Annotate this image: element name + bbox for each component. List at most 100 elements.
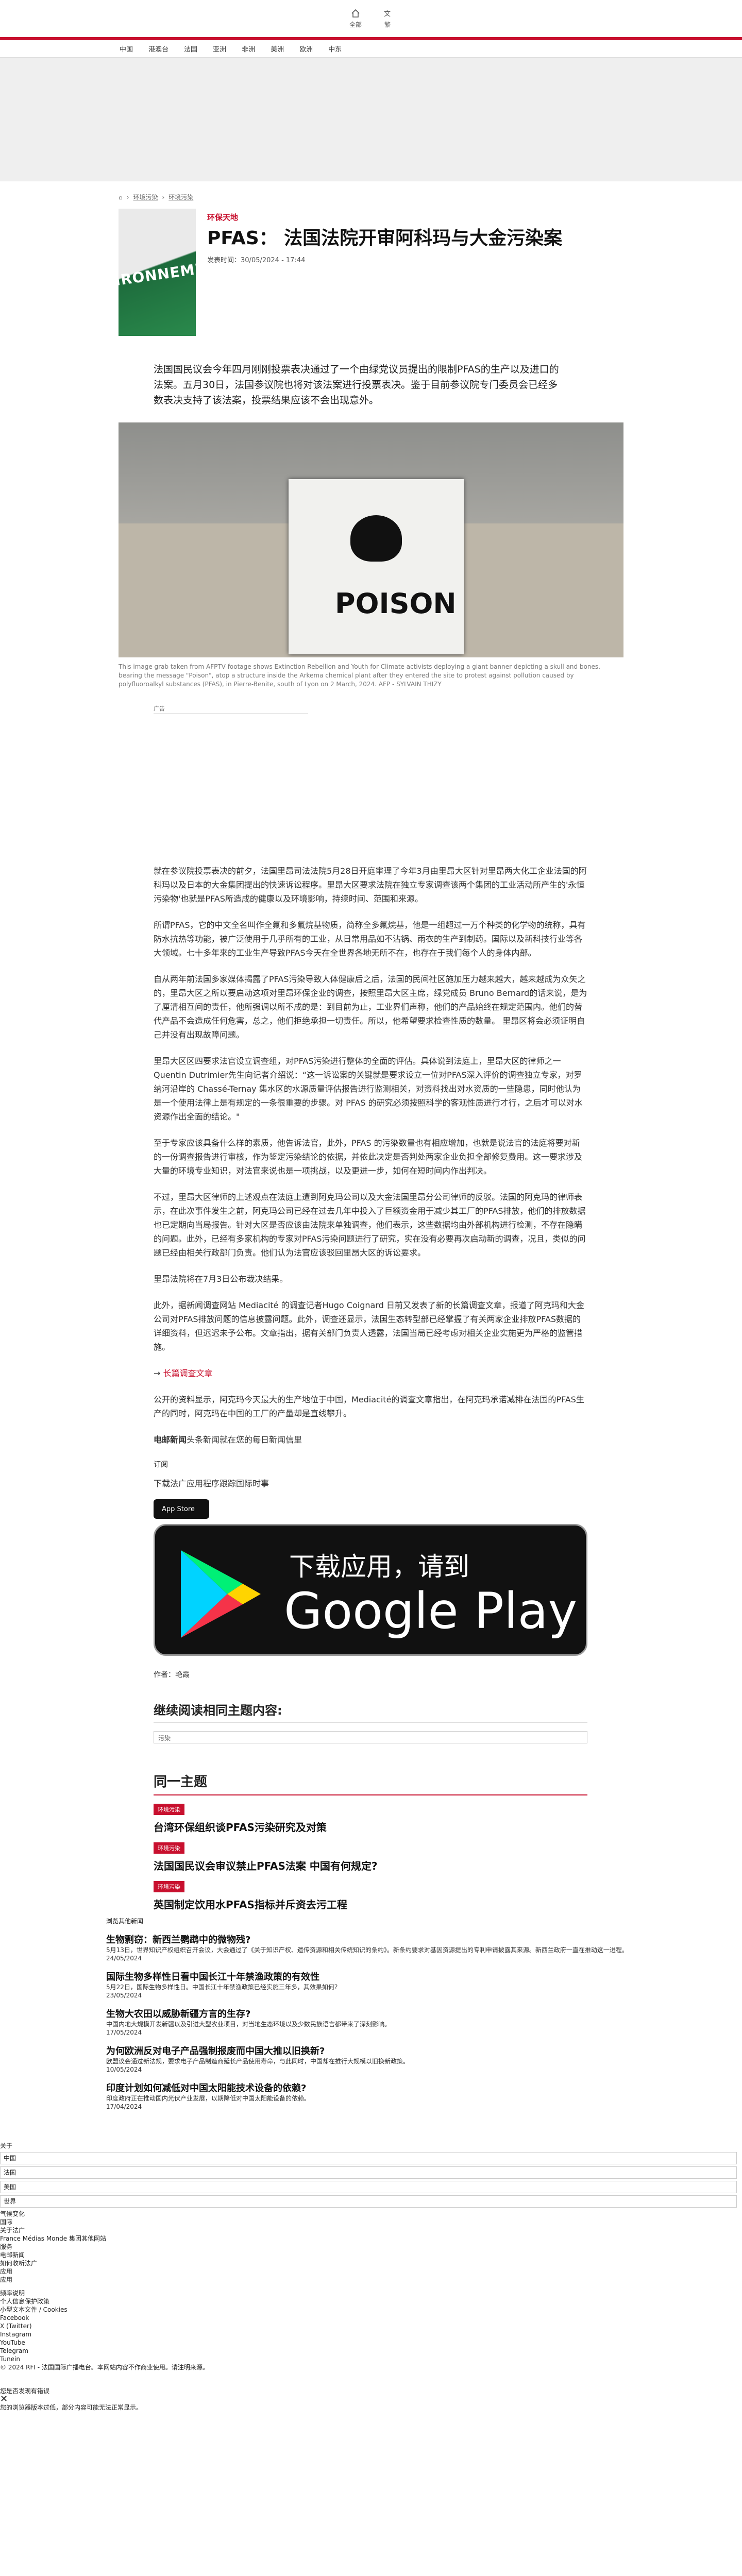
topic-tag[interactable]: 污染 [154, 1731, 587, 1743]
footer-link[interactable]: X (Twitter) [0, 2322, 742, 2330]
news-title[interactable]: 为何欧洲反对电子产品强制报废而中国大推以旧换新? [106, 2044, 742, 2057]
nav-item[interactable]: 欧洲 [299, 44, 313, 54]
investigation-link[interactable]: 长篇调查文章 [163, 1368, 213, 1378]
article-photo: POISON [119, 422, 623, 657]
footer-label: 频率说明 [0, 2290, 25, 2297]
footer-link[interactable]: 应用 [0, 2276, 742, 2284]
nav-item[interactable]: 非洲 [242, 44, 255, 54]
download-text: 下载法广应用程序跟踪国际时事 [154, 1479, 269, 1488]
same-topic-heading: 同一主题 [154, 1771, 587, 1795]
photo-caption: This image grab taken from AFPTV footage… [119, 663, 600, 688]
news-desc: 中国内地大规模开发新疆以及引进大型农业项目，对当地生态环境以及少数民族语言都带来… [106, 2021, 391, 2028]
nav-item[interactable]: 亚洲 [213, 44, 226, 54]
footer-link[interactable]: France Médias Monde 集团其他网站 [0, 2234, 742, 2243]
paragraph: 所谓PFAS，它的中文全名叫作全氟和多氟烷基物质，简称全多氟烷基，他是一组超过一… [154, 920, 586, 958]
top-ad-slot [0, 58, 742, 181]
gplay-line1: 下载应用，请到 [289, 1552, 469, 1582]
news-date: 10/05/2024 [106, 2066, 142, 2073]
paragraph: 里昂法院将在7月3日公布裁决结果。 [154, 1274, 288, 1284]
nav-item[interactable]: 法国 [184, 44, 197, 54]
footer-nav-field[interactable]: 法国 [0, 2166, 737, 2179]
feedback-link[interactable]: 您是否发现有错误 [0, 2387, 742, 2395]
footer-link[interactable]: YouTube [0, 2338, 742, 2347]
news-title[interactable]: 国际生物多样性日看中国长江十年禁渔政策的有效性 [106, 1970, 742, 1983]
footer-nav-field[interactable]: 世界 [0, 2195, 737, 2208]
article-lead: 法国国民议会今年四月刚刚投票表决通过了一个由绿党议员提出的限制PFAS的生产以及… [154, 364, 559, 406]
topic-badge: 环境污染 [154, 1881, 184, 1892]
author: 作者：艳霞 [154, 1671, 190, 1679]
publish-date: 发表时间：30/05/2024 - 17:44 [207, 257, 306, 264]
same-topic-title[interactable]: 法国国民议会审议禁止PFAS法案 中国有何规定? [154, 1858, 623, 1873]
home-icon[interactable]: ⌂ [119, 194, 123, 201]
same-topic-item[interactable]: 环境污染台湾环保组织谈PFAS污染研究及对策 [154, 1804, 623, 1834]
app-store-button[interactable]: App Store [154, 1499, 209, 1519]
footer-link[interactable]: 应用 [0, 2267, 742, 2276]
subscribe-link[interactable]: 订阅 [154, 1459, 623, 1469]
nav-item[interactable]: 中国 [120, 44, 133, 54]
news-date: 23/05/2024 [106, 1992, 142, 1999]
footer-link[interactable]: 电邮新闻 [0, 2251, 742, 2259]
paragraph: 公开的资料显示，阿克玛今天最大的生产地位于中国，Mediacité的调查文章指出… [154, 1395, 584, 1418]
footer-nav-field[interactable]: 美国 [0, 2181, 737, 2193]
topic-badge: 环境污染 [154, 1804, 184, 1815]
footer-link[interactable]: 国际 [0, 2218, 742, 2226]
copyright: © 2024 RFI - 法国国际广播电台。本网站内容不作商业使用。请注明来源。 [0, 2364, 209, 2371]
article-body: 就在参议院投票表决的前夕，法国里昂司法法院5月28日开庭审理了今年3月由里昂大区… [154, 864, 587, 1447]
paragraph: → 长篇调查文章 [154, 1368, 213, 1378]
footer: 关于 中国 法国 美国 世界 气候变化 国际 关于法广 France Média… [0, 2142, 742, 2412]
article-category[interactable]: 环保天地 [207, 212, 578, 223]
close-icon[interactable]: ✕ [0, 2395, 742, 2404]
home-link[interactable]: 全部 [349, 8, 362, 29]
google-play-button[interactable]: 下载应用，请到 Google Play [154, 1524, 587, 1656]
footer-link[interactable]: Facebook [0, 2314, 742, 2322]
paragraph: 至于专家应该具备什么样的素质，他告诉法官，此外，PFAS 的污染数量也有相应增加… [154, 1138, 583, 1176]
top-bar: 全部 文 繁 [0, 0, 742, 40]
nav-item[interactable]: 中东 [328, 44, 342, 54]
related-heading: 继续阅读相同主题内容: [154, 1700, 587, 1723]
news-title[interactable]: 印度计划如何减低对中国太阳能技术设备的依赖? [106, 2081, 742, 2094]
traditional-link[interactable]: 文 繁 [382, 8, 393, 29]
nav-item[interactable]: 美洲 [271, 44, 284, 54]
footer-link[interactable]: 如何收听法广 [0, 2259, 742, 2267]
skull-icon [350, 515, 402, 562]
news-title[interactable]: 生物剽窃：新西兰鹦鹉中的微物残? [106, 1933, 742, 1946]
paragraph: 不过，里昂大区律师的上述观点在法庭上遭到阿克玛公司以及大金法国里昂分公司律师的反… [154, 1192, 586, 1258]
banner-text: POISON [335, 587, 457, 620]
same-topic-title[interactable]: 英国制定饮用水PFAS指标并斥资去污工程 [154, 1896, 623, 1911]
news-date: 24/05/2024 [106, 1955, 142, 1962]
news-desc: 印度政府正在推动国内光伏产业发展，以期降低对中国太阳能设备的依赖。 [106, 2095, 311, 2102]
article: ⌂ › 环境污染 › 环境污染 IRONNEMENT 环保天地 PFAS： 法国法院… [119, 193, 623, 1911]
footer-link[interactable]: 小型文本文件 / Cookies [0, 2306, 742, 2314]
footer-link[interactable]: 个人信息保护政策 [0, 2297, 742, 2306]
footer-link[interactable]: Instagram [0, 2330, 742, 2338]
news-title[interactable]: 生物大农田以威胁新疆方言的生存? [106, 2007, 742, 2020]
footer-nav-field[interactable]: 中国 [0, 2152, 737, 2164]
news-desc: 5月13日，世界知识产权组织召开会议，大会通过了《关于知识产权、遗传资源和相关传… [106, 1946, 628, 1954]
footer-link[interactable]: 关于法广 [0, 2226, 742, 2234]
paragraph: 就在参议院投票表决的前夕，法国里昂司法法院5月28日开庭审理了今年3月由里昂大区… [154, 866, 587, 904]
traditional-label: 繁 [384, 21, 391, 28]
nav-item[interactable]: 港澳台 [148, 44, 168, 54]
home-icon [351, 9, 360, 18]
footer-link[interactable]: Telegram [0, 2347, 742, 2355]
breadcrumb-item[interactable]: 环境污染 [133, 193, 158, 201]
same-topic-item[interactable]: 环境污染 法国国民议会审议禁止PFAS法案 中国有何规定? [154, 1842, 623, 1873]
home-label: 全部 [349, 21, 362, 28]
more-news-label: 浏览其他新闻 [106, 1918, 144, 1925]
news-desc: 欧盟议会通过新法规，要求电子产品制造商延长产品使用寿命，与此同时，中国却在推行大… [106, 2058, 410, 2065]
footer-label: 关于 [0, 2142, 13, 2149]
ad-slot [154, 714, 623, 864]
footer-label: 气候变化 [0, 2210, 25, 2217]
same-topic-title[interactable]: 台湾环保组织谈PFAS污染研究及对策 [154, 1819, 623, 1834]
browser-notice: 您的浏览器版本过低，部分内容可能无法正常显示。 [0, 2404, 143, 2411]
same-topic-item[interactable]: 环境污染英国制定饮用水PFAS指标并斥资去污工程 [154, 1881, 623, 1911]
category-thumbnail: IRONNEMENT [119, 209, 196, 336]
svg-text:文: 文 [384, 10, 391, 18]
google-play-icon [181, 1550, 261, 1638]
breadcrumb-item[interactable]: 环境污染 [168, 193, 193, 201]
news-date: 17/05/2024 [106, 2029, 142, 2036]
breadcrumb: ⌂ › 环境污染 › 环境污染 [119, 193, 194, 201]
paragraph: 里昂大区区四要求法官设立调查组，对PFAS污染进行整体的全面的评估。具体说到法庭… [154, 1056, 583, 1122]
footer-link[interactable]: Tunein [0, 2355, 742, 2363]
news-desc: 5月22日，国际生物多样性日。中国长江十年禁渔政策已经实施三年多，其效果如何？ [106, 1984, 341, 1991]
